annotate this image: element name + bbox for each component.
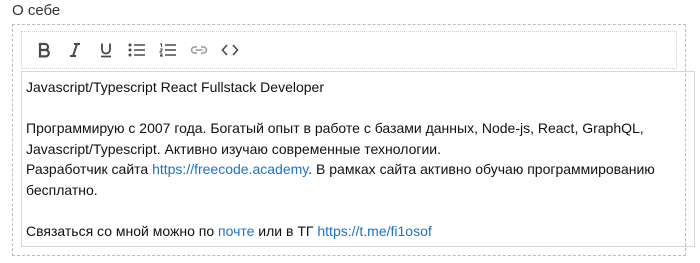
field-label: О себе [12,2,61,19]
paragraph-3-text-middle: или в ТГ [254,222,318,239]
bulleted-list-button[interactable] [127,40,147,60]
code-button[interactable] [220,40,240,60]
content-paragraph-2: Разработчик сайта https://freecode.acade… [26,159,690,200]
editor-content[interactable]: Javascript/Typescript React Fullstack De… [21,71,695,247]
bold-icon [37,42,51,58]
bulleted-list-icon [128,43,146,57]
link-icon [190,45,208,55]
rich-text-editor: Javascript/Typescript React Fullstack De… [12,24,695,256]
underline-icon [99,42,113,58]
numbered-list-icon [159,43,177,57]
numbered-list-button[interactable] [158,40,178,60]
paragraph-3-text-before: Связаться со мной можно по [26,222,219,239]
code-icon [221,44,239,56]
editor-toolbar [21,31,677,69]
italic-icon [68,42,82,58]
telegram-link[interactable]: https://t.me/fi1osof [317,223,431,239]
underline-button[interactable] [96,40,116,60]
freecode-academy-link[interactable]: https://freecode.academy [152,161,308,177]
italic-button[interactable] [65,40,85,60]
link-button[interactable] [189,40,209,60]
content-paragraph-1: Программирую с 2007 года. Богатый опыт в… [26,120,644,157]
content-paragraph-3: Связаться со мной можно по почте или в Т… [26,221,690,242]
paragraph-2-text-before: Разработчик сайта [26,161,153,177]
bold-button[interactable] [34,40,54,60]
content-heading: Javascript/Typescript React Fullstack De… [26,79,324,95]
email-link[interactable]: почте [218,223,254,239]
